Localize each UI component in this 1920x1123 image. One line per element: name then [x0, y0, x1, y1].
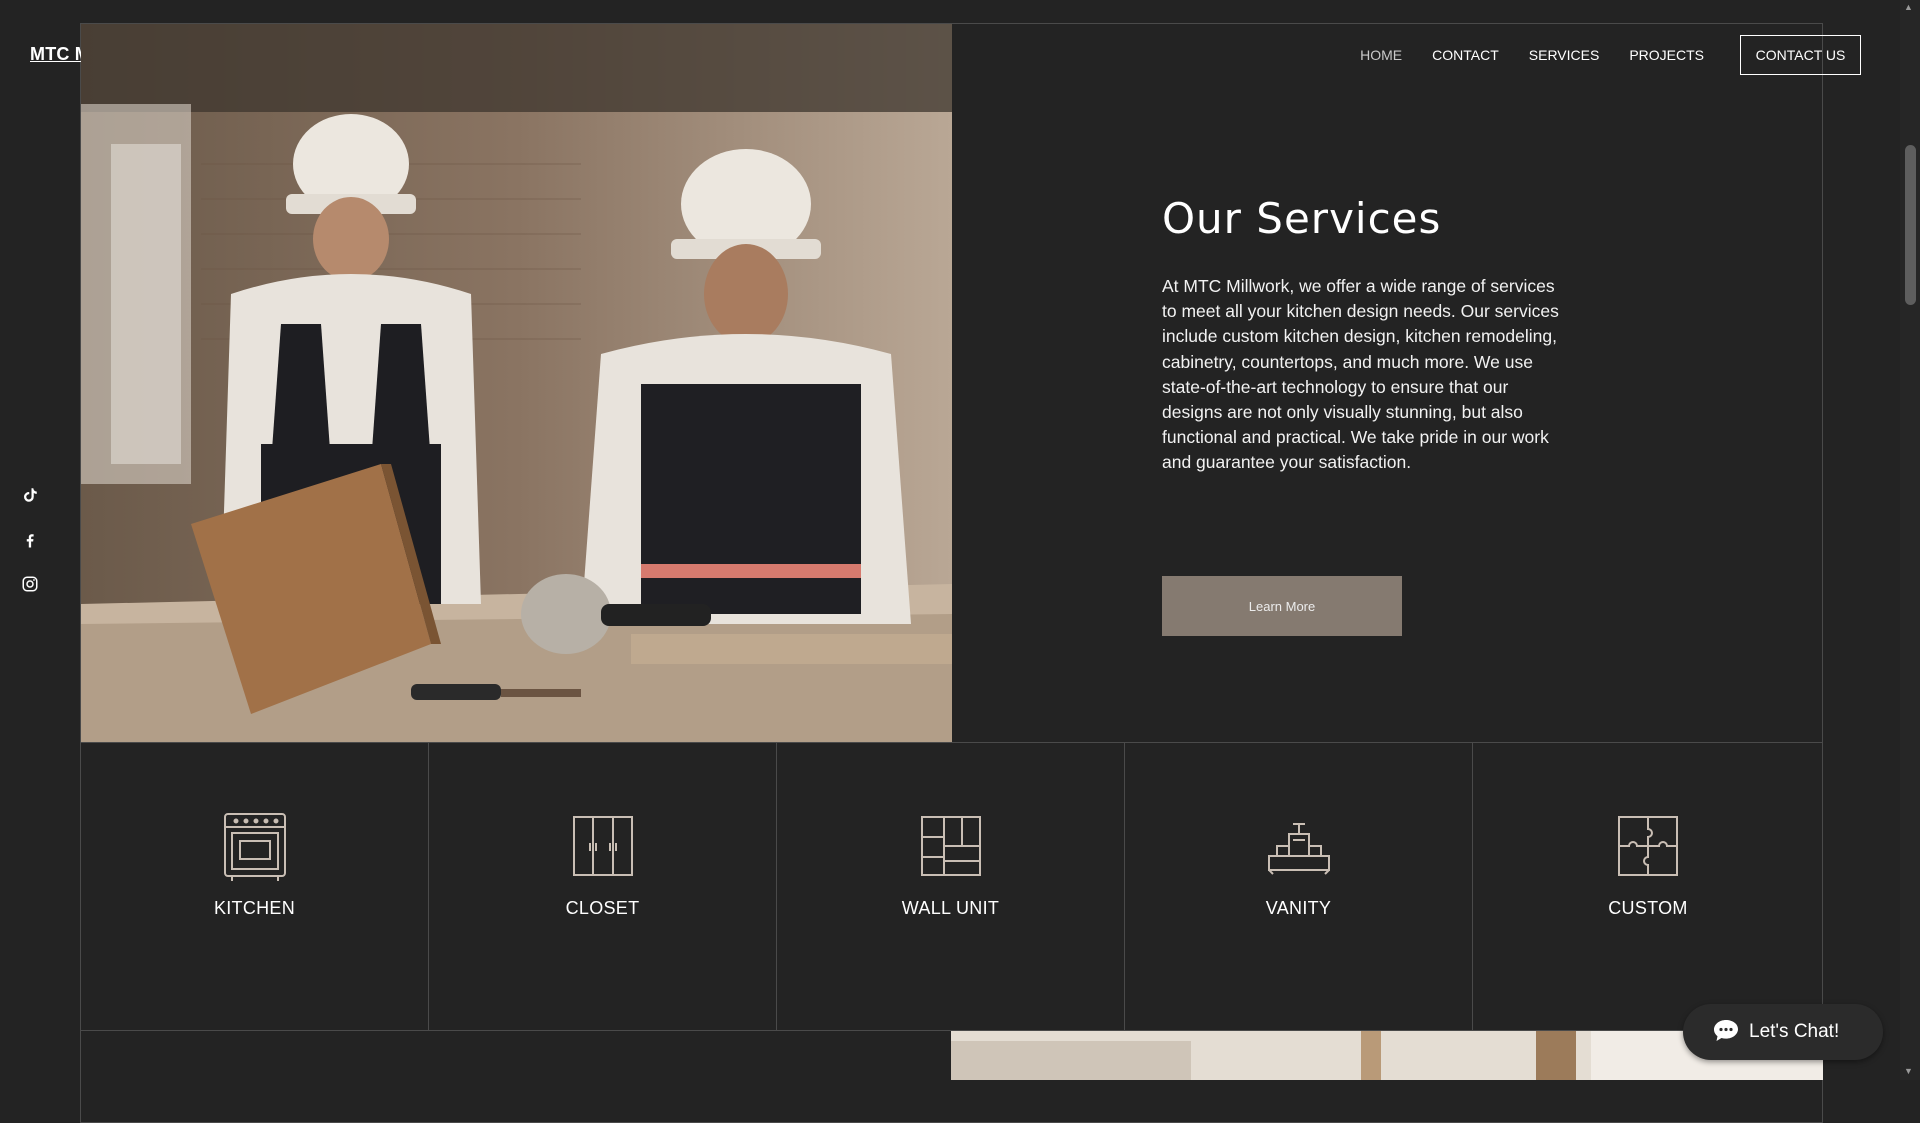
tiktok-icon[interactable] — [20, 485, 40, 505]
nav-projects[interactable]: PROJECTS — [1629, 47, 1704, 63]
vanity-icon — [1264, 810, 1334, 882]
scrollbar-thumb[interactable] — [1905, 145, 1916, 305]
nav-home[interactable]: HOME — [1360, 47, 1402, 63]
category-closet[interactable]: CLOSET — [429, 742, 777, 1030]
oven-icon — [220, 810, 290, 882]
puzzle-icon — [1613, 810, 1683, 882]
category-label: VANITY — [1265, 898, 1332, 918]
hero-photo-carpenters — [81, 24, 952, 742]
services-title: Our Services — [1162, 194, 1442, 243]
services-description: At MTC Millwork, we offer a wide range o… — [1162, 276, 1559, 473]
nav-services[interactable]: SERVICES — [1529, 47, 1600, 63]
contact-us-button[interactable]: CONTACT US — [1740, 35, 1861, 75]
scroll-down-icon[interactable]: ▼ — [1904, 1066, 1913, 1076]
category-vanity[interactable]: VANITY — [1125, 742, 1473, 1030]
main-nav: HOME CONTACT SERVICES PROJECTS — [1330, 47, 1704, 63]
category-label: KITCHEN — [213, 898, 296, 918]
category-custom[interactable]: CUSTOM — [1473, 742, 1823, 1030]
closet-icon — [568, 810, 638, 882]
category-kitchen[interactable]: KITCHEN — [81, 742, 429, 1030]
chat-label: Let's Chat! — [1749, 1021, 1840, 1042]
wall-unit-icon — [916, 810, 986, 882]
category-wall-unit[interactable]: WALL UNIT — [777, 742, 1125, 1030]
chat-button[interactable]: Let's Chat! — [1683, 1004, 1883, 1060]
nav-contact[interactable]: CONTACT — [1432, 47, 1499, 63]
instagram-icon[interactable] — [20, 574, 40, 594]
category-label: CLOSET — [565, 898, 640, 918]
chat-bubble-icon — [1713, 1018, 1739, 1047]
learn-more-button[interactable]: Learn More — [1162, 576, 1402, 636]
facebook-icon[interactable] — [20, 530, 40, 550]
category-label: CUSTOM — [1608, 898, 1688, 918]
scroll-up-icon[interactable]: ▲ — [1904, 2, 1913, 12]
category-label: WALL UNIT — [901, 898, 1000, 918]
